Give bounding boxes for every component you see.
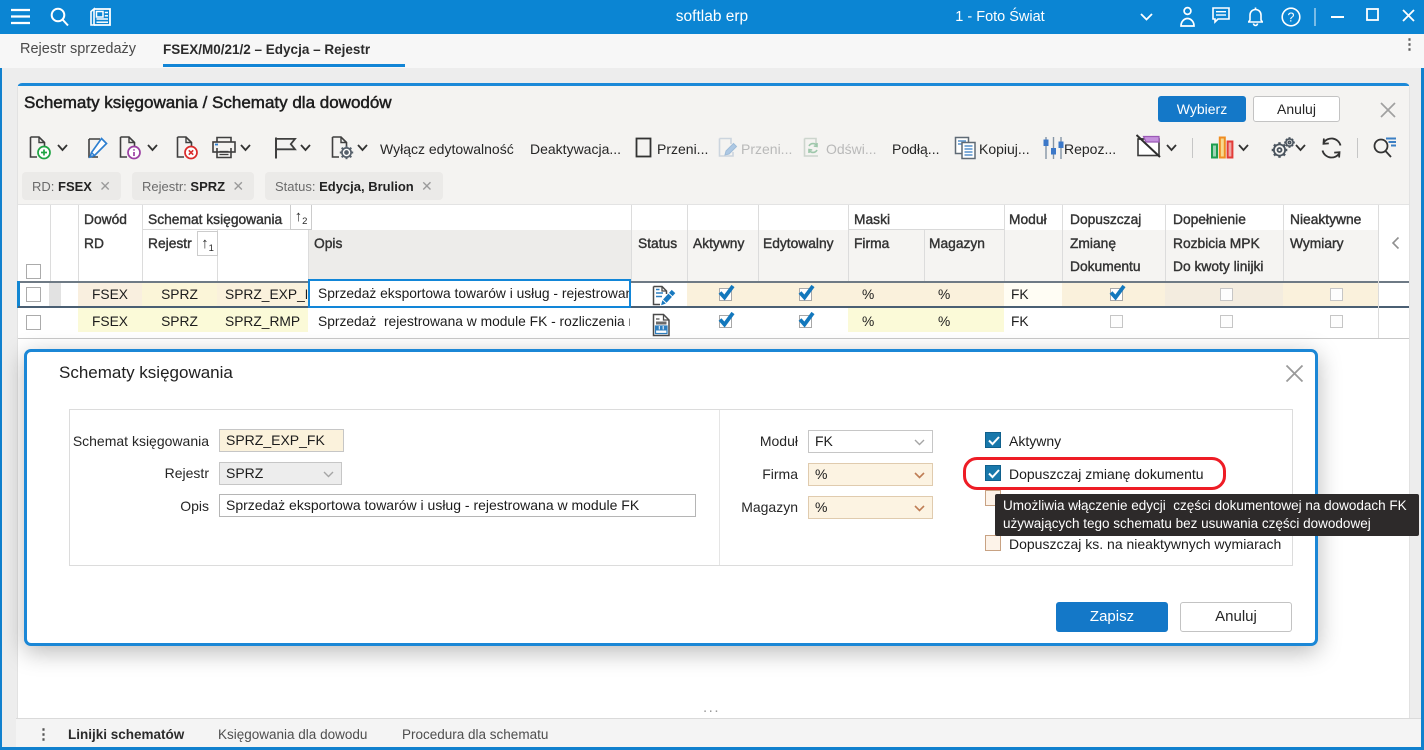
svg-text:?: ?: [1288, 10, 1295, 24]
